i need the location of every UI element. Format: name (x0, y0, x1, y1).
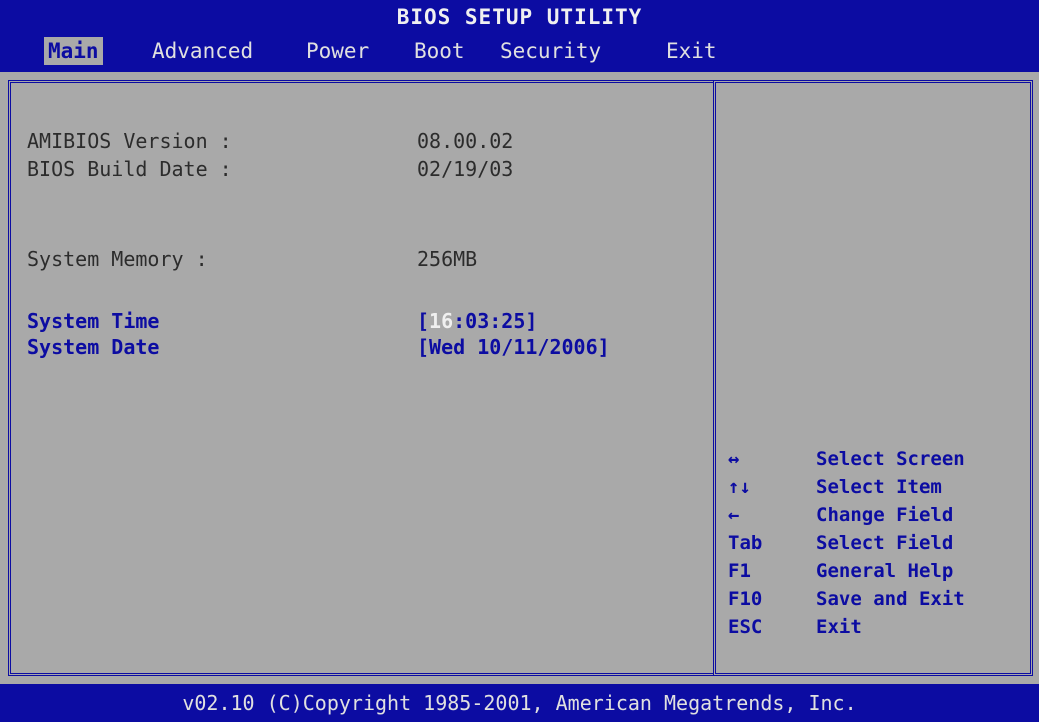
bios-build-date-value: 02/19/03 (417, 157, 514, 181)
system-memory-value: 256MB (417, 247, 478, 271)
tab-power[interactable]: Power (302, 37, 373, 65)
help-exit: Exit (816, 616, 862, 638)
system-time-hour[interactable]: 16 (429, 309, 453, 333)
f10-key: F10 (728, 588, 763, 610)
left-arrow-icon: ← (728, 504, 740, 526)
tab-main[interactable]: Main (44, 37, 103, 65)
left-right-arrow-icon: ↔ (728, 448, 740, 470)
help-panel: ↔ Select Screen ↑↓ Select Item ← Change … (713, 80, 1033, 676)
up-down-arrow-icon: ↑↓ (728, 476, 751, 498)
help-change-field: Change Field (816, 504, 954, 526)
help-select-item: Select Item (816, 476, 942, 498)
system-memory-label: System Memory : (27, 247, 208, 271)
system-time-rest: :03:25] (453, 309, 538, 333)
tab-security[interactable]: Security (496, 37, 605, 65)
tab-exit[interactable]: Exit (662, 37, 721, 65)
help-save-and-exit: Save and Exit (816, 588, 965, 610)
amibios-version-label: AMIBIOS Version : (27, 129, 232, 153)
esc-key: ESC (728, 616, 763, 638)
tab-boot[interactable]: Boot (410, 37, 469, 65)
system-time-label[interactable]: System Time (27, 309, 159, 333)
copyright-bar: v02.10 (C)Copyright 1985-2001, American … (0, 684, 1039, 722)
system-time-field[interactable]: [16:03:25] (417, 309, 537, 333)
bios-title: BIOS SETUP UTILITY (396, 5, 643, 29)
tab-advanced[interactable]: Advanced (148, 37, 257, 65)
f1-key: F1 (728, 560, 751, 582)
help-select-field: Select Field (816, 532, 954, 554)
main-settings-panel: AMIBIOS Version : 08.00.02 BIOS Build Da… (8, 80, 720, 676)
system-date-field[interactable]: [Wed 10/11/2006] (417, 335, 610, 359)
system-time-open-bracket: [ (417, 309, 430, 333)
system-date-label[interactable]: System Date (27, 335, 159, 359)
amibios-version-value: 08.00.02 (417, 129, 514, 153)
bios-build-date-label: BIOS Build Date : (27, 157, 232, 181)
help-general-help: General Help (816, 560, 954, 582)
help-select-screen: Select Screen (816, 448, 965, 470)
tab-key: Tab (728, 532, 763, 554)
title-bar: BIOS SETUP UTILITY Main Advanced Power B… (0, 0, 1039, 72)
